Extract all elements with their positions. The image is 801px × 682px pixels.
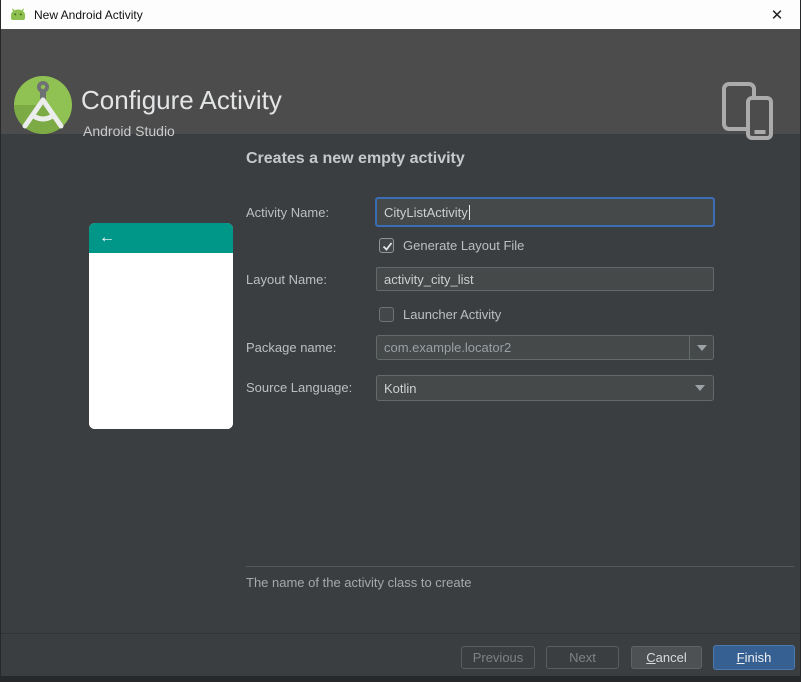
source-language-dropdown[interactable]: Kotlin bbox=[376, 375, 714, 401]
preview-content bbox=[89, 253, 233, 429]
close-icon[interactable]: ✕ bbox=[762, 0, 792, 29]
phone-icon bbox=[746, 96, 773, 140]
window-title: New Android Activity bbox=[34, 7, 143, 22]
activity-name-input[interactable]: CityListActivity bbox=[375, 197, 715, 227]
package-name-label: Package name: bbox=[246, 340, 337, 355]
cancel-button[interactable]: Cancel bbox=[631, 646, 702, 669]
generate-layout-label: Generate Layout File bbox=[403, 238, 525, 253]
preview-appbar: ← bbox=[89, 223, 233, 253]
window-bottom-edge bbox=[1, 676, 800, 681]
page-title: Configure Activity bbox=[81, 85, 282, 115]
chevron-down-icon bbox=[695, 385, 705, 391]
generate-layout-checkbox[interactable] bbox=[379, 238, 394, 253]
previous-button[interactable]: Previous bbox=[461, 646, 535, 669]
source-language-label: Source Language: bbox=[246, 380, 353, 395]
launcher-activity-checkbox-row[interactable]: Launcher Activity bbox=[379, 307, 501, 322]
generate-layout-checkbox-row[interactable]: Generate Layout File bbox=[379, 238, 524, 253]
page-subtitle: Android Studio bbox=[83, 123, 175, 139]
back-arrow-icon: ← bbox=[99, 229, 115, 246]
android-studio-logo bbox=[14, 76, 72, 134]
android-head-icon bbox=[11, 7, 25, 20]
launcher-activity-checkbox[interactable] bbox=[379, 307, 394, 322]
chevron-down-icon bbox=[696, 344, 707, 351]
source-language-value: Kotlin bbox=[384, 380, 417, 396]
checkmark-icon bbox=[382, 242, 393, 251]
package-name-value: com.example.locator2 bbox=[384, 340, 512, 355]
activity-name-value: CityListActivity bbox=[384, 204, 468, 220]
hint-separator bbox=[246, 566, 794, 567]
phone-tablet-icon bbox=[722, 79, 782, 145]
activity-preview-thumbnail: ← bbox=[89, 223, 233, 429]
title-bar: New Android Activity ✕ bbox=[1, 0, 800, 29]
source-language-arrow[interactable] bbox=[687, 376, 713, 400]
form-heading: Creates a new empty activity bbox=[246, 150, 465, 167]
layout-name-value: activity_city_list bbox=[384, 271, 474, 287]
finish-button[interactable]: Finish bbox=[713, 645, 795, 670]
next-button[interactable]: Next bbox=[546, 646, 619, 669]
package-name-combobox[interactable]: com.example.locator2 bbox=[376, 335, 714, 360]
footer-separator bbox=[1, 633, 800, 634]
launcher-activity-label: Launcher Activity bbox=[403, 307, 502, 322]
package-name-dropdown-button[interactable] bbox=[689, 336, 713, 359]
wizard-header: Configure Activity Android Studio bbox=[1, 29, 800, 140]
text-caret bbox=[468, 204, 470, 220]
field-hint-text: The name of the activity class to create bbox=[246, 575, 472, 590]
layout-name-input[interactable]: activity_city_list bbox=[376, 267, 714, 291]
new-android-activity-dialog: New Android Activity ✕ Configure Activit… bbox=[0, 0, 801, 682]
activity-name-label: Activity Name: bbox=[246, 205, 330, 220]
layout-name-label: Layout Name: bbox=[246, 272, 327, 287]
